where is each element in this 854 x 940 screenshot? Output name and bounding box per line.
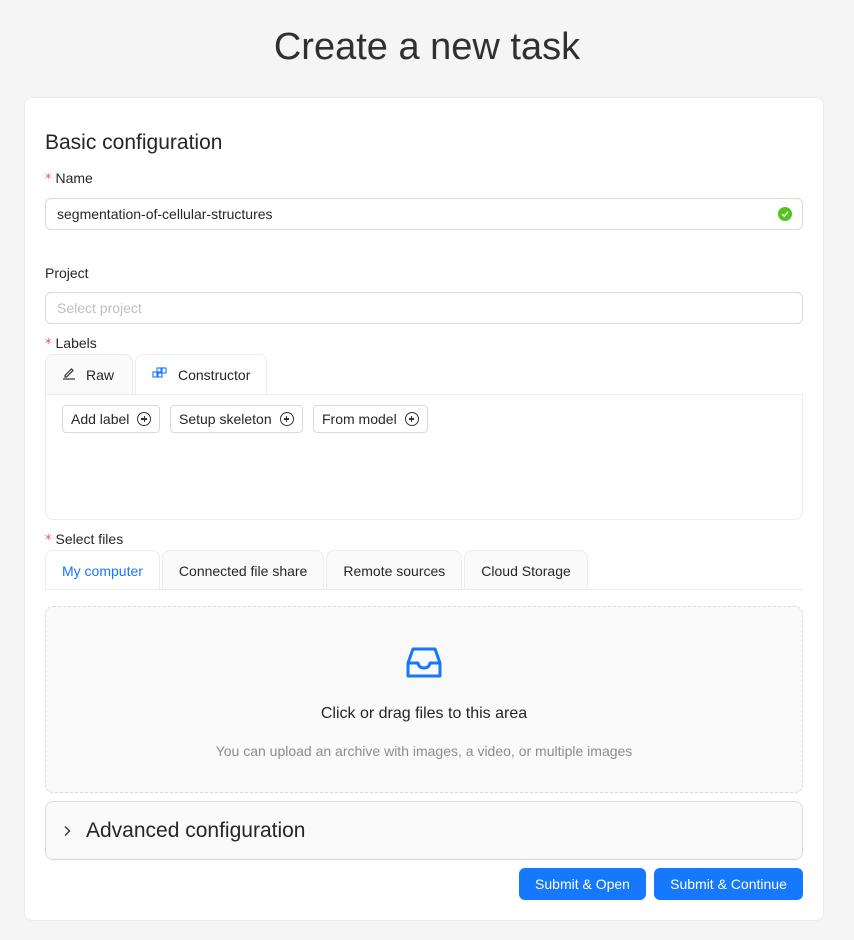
edit-icon <box>62 366 76 383</box>
inbox-icon <box>404 641 444 686</box>
tab-connected-file-share-label: Connected file share <box>178 562 308 579</box>
add-label-button[interactable]: Add label <box>62 405 161 433</box>
project-placeholder: Select project <box>57 300 142 316</box>
setup-skeleton-text: Setup skeleton <box>179 411 272 427</box>
chevron-right-icon <box>62 824 72 842</box>
dropzone-title: Click or drag files to this area <box>320 705 528 722</box>
check-circle-icon <box>778 207 792 221</box>
setup-skeleton-button[interactable]: Setup skeleton <box>170 405 303 433</box>
files-tabs: My computer Connected file share Remote … <box>45 550 588 590</box>
plus-circle-icon <box>137 412 152 426</box>
select-files-text: Select files <box>55 531 124 547</box>
name-input[interactable]: segmentation-of-cellular-structures <box>45 198 803 230</box>
add-label-text: Add label <box>71 411 130 427</box>
from-model-button[interactable]: From model <box>313 405 428 433</box>
tab-my-computer[interactable]: My computer <box>45 550 160 590</box>
tab-cloud-storage[interactable]: Cloud Storage <box>464 550 588 590</box>
tab-cloud-storage-label: Cloud Storage <box>481 562 571 579</box>
file-dropzone[interactable]: Click or drag files to this area You can… <box>45 606 803 793</box>
tab-remote-sources[interactable]: Remote sources <box>326 550 463 590</box>
project-label: Project <box>45 265 89 281</box>
labels-label: * Labels <box>45 335 97 352</box>
tab-raw-label: Raw <box>86 366 115 383</box>
blocks-icon <box>152 366 168 383</box>
labels-label-text: Labels <box>55 335 97 351</box>
from-model-text: From model <box>322 411 397 427</box>
name-label-text: Name <box>55 170 93 186</box>
tabs-divider <box>45 589 803 590</box>
task-form-card: Basic configuration * Name segmentation-o… <box>24 97 824 921</box>
name-value: segmentation-of-cellular-structures <box>57 206 273 222</box>
tab-constructor-label: Constructor <box>178 366 251 383</box>
tab-raw[interactable]: Raw <box>45 354 133 394</box>
basic-config-title: Basic configuration <box>45 131 223 154</box>
tab-constructor[interactable]: Constructor <box>135 354 267 394</box>
tab-remote-sources-label: Remote sources <box>343 562 446 579</box>
labels-tabs: Raw Constructor <box>45 354 267 394</box>
name-label: * Name <box>45 170 93 187</box>
dropzone-hint: You can upload an archive with images, a… <box>215 743 633 759</box>
required-mark: * <box>45 172 52 187</box>
labels-constructor-panel: Add label Setup skeleton From model <box>45 394 803 520</box>
select-files-label: * Select files <box>45 531 123 548</box>
page-title: Create a new task <box>273 26 581 68</box>
plus-circle-icon <box>279 412 294 426</box>
required-mark: * <box>45 533 52 548</box>
tab-my-computer-label: My computer <box>62 562 143 579</box>
tab-connected-file-share[interactable]: Connected file share <box>161 550 325 590</box>
advanced-config-panel[interactable]: Advanced configuration <box>45 801 803 860</box>
project-select[interactable]: Select project <box>45 292 803 324</box>
advanced-config-title: Advanced configuration <box>86 819 306 842</box>
submit-open-button[interactable]: Submit & Open <box>519 868 646 900</box>
submit-continue-button[interactable]: Submit & Continue <box>654 868 803 900</box>
required-mark: * <box>45 337 52 352</box>
plus-circle-icon <box>404 412 419 426</box>
